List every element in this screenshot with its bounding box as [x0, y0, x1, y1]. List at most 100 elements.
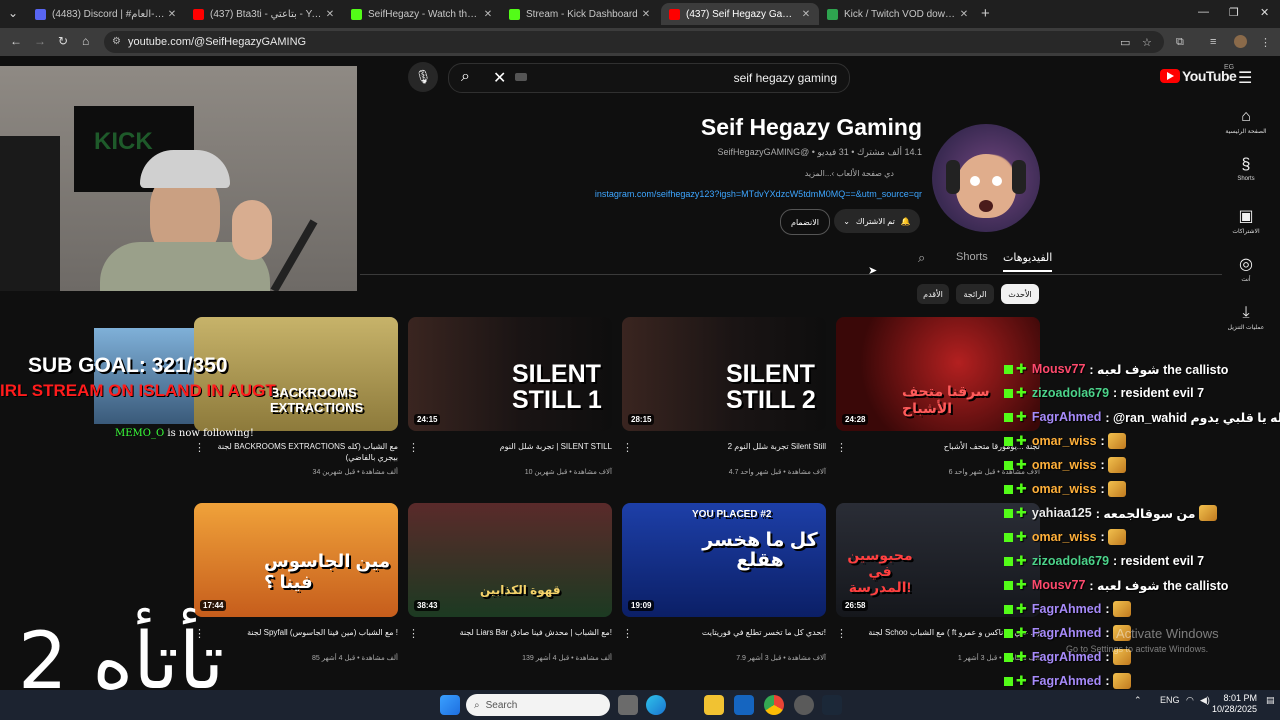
video-thumbnail[interactable]: مين الجاسوس فينا ؟ 17:44 — [194, 503, 398, 617]
youtube-logo[interactable]: YouTube EG — [1160, 64, 1237, 84]
channel-search-icon[interactable]: ⌕ — [918, 250, 925, 266]
rail-item-you[interactable]: ◎ أنت — [1222, 254, 1270, 283]
sub-badge-icon: ✚ — [1016, 361, 1027, 376]
minimize-icon[interactable]: — — [1198, 6, 1209, 18]
video-card[interactable]: YOU PLACED #2 كل ما هخسر هقلع 19:09 ⋮ تح… — [622, 503, 826, 673]
rail-item-subscriptions[interactable]: ▣ الاشتراكات — [1222, 206, 1270, 235]
tab-videos[interactable]: الفيديوهات — [1003, 251, 1053, 272]
bookmark-star-icon[interactable]: ☆ — [1142, 36, 1152, 49]
address-bar[interactable]: ⚙ youtube.com/@SeifHegazyGAMING — [104, 31, 1164, 53]
voice-search-icon[interactable]: 🎙 — [408, 62, 438, 92]
rail-label: الاشتراكات — [1232, 229, 1260, 235]
close-window-icon[interactable]: ✕ — [1260, 6, 1269, 19]
chip-latest[interactable]: الأحدث — [1001, 284, 1039, 304]
start-icon[interactable] — [440, 695, 460, 715]
profile-avatar[interactable] — [1234, 35, 1247, 48]
video-thumbnail[interactable]: SILENT STILL 1 24:15 — [408, 317, 612, 431]
site-info-icon[interactable]: ⚙ — [112, 36, 121, 47]
search-icon[interactable]: ⌕ — [461, 68, 470, 86]
browser-tab-seif-hegazy[interactable]: (437) Seif Hegazy Gaming - You ✕ — [661, 3, 819, 25]
video-card[interactable]: BACKROOMS EXTRACTIONS ⋮ لجنة BACKROOMS E… — [194, 317, 398, 487]
video-thumbnail[interactable]: قهوة الكذابين 38:43 — [408, 503, 612, 617]
cast-icon[interactable]: ▭ — [1120, 36, 1130, 49]
reading-list-icon[interactable]: ≡ — [1210, 36, 1216, 48]
video-title[interactable]: لجنة Spyfall مع الشباب (مين فينا الجاسوس… — [204, 627, 398, 638]
wifi-icon[interactable]: ◠ — [1186, 695, 1194, 706]
video-title[interactable]: تجربة شلل النوم 2 Silent Still — [632, 441, 826, 452]
back-icon[interactable]: ← — [10, 34, 22, 48]
channel-link[interactable]: instagram.com/seifhegazy123?igsh=MTdvYXd… — [595, 189, 922, 199]
menu-dots-icon[interactable]: ⋮ — [1260, 36, 1271, 49]
chat-emote-icon — [1112, 601, 1131, 617]
close-tab-icon[interactable]: ✕ — [639, 9, 653, 20]
tab-search-icon[interactable]: ⌄ — [8, 6, 18, 20]
clock[interactable]: 8:01 PM 10/28/2025 — [1212, 693, 1257, 715]
video-title[interactable]: لجنة Liars Bar مع الشباب | محدش فينا صاد… — [418, 627, 612, 638]
chip-popular[interactable]: الرائجة — [956, 284, 994, 304]
browser-tab-discord[interactable]: (4483) Discord | #الشات-العام ✕ — [27, 3, 185, 25]
outlook-icon[interactable] — [734, 695, 754, 715]
search-box[interactable]: ⌕ ✕ seif hegazy gaming — [448, 63, 850, 93]
edge-icon[interactable] — [646, 695, 666, 715]
extensions-icon[interactable]: ⧉ — [1176, 36, 1184, 49]
home-icon[interactable]: ⌂ — [82, 34, 89, 48]
forward-icon[interactable]: → — [34, 34, 46, 48]
tray-chevron-icon[interactable]: ⌃ — [1134, 695, 1142, 706]
watermark-line1: Activate Windows — [1116, 626, 1219, 641]
video-card[interactable]: قهوة الكذابين 38:43 ⋮ لجنة Liars Bar مع … — [408, 503, 612, 673]
search-icon: ⌕ — [474, 699, 480, 711]
video-card[interactable]: SILENT STILL 1 24:15 ⋮ تجربة شلل النوم |… — [408, 317, 612, 487]
language-indicator[interactable]: ENG — [1160, 695, 1180, 705]
video-title[interactable]: تحدي كل ما تخسر تطلع في فوريتايت! — [632, 627, 826, 638]
tab-shorts[interactable]: Shorts — [956, 251, 988, 263]
chrome-icon[interactable] — [764, 695, 784, 715]
irl-stream-banner: IRL STREAM ON ISLAND IN AUGT — [0, 381, 276, 400]
search-input[interactable]: seif hegazy gaming — [734, 71, 837, 85]
taskbar-search[interactable]: ⌕ Search — [466, 694, 610, 716]
join-button[interactable]: الانضمام — [780, 209, 830, 235]
browser-tab-kick-dashboard[interactable]: Stream - Kick Dashboard ✕ — [501, 3, 659, 25]
chevron-down-icon: ⌄ — [843, 216, 850, 226]
video-duration: 24:15 — [414, 414, 441, 425]
thumbnail-text: BACKROOMS EXTRACTIONS — [270, 385, 364, 415]
volume-icon[interactable]: ◀) — [1200, 695, 1210, 706]
notifications-icon[interactable]: ▤ — [1266, 695, 1275, 706]
kick-badge-icon — [1004, 604, 1013, 614]
file-explorer-icon[interactable] — [704, 695, 724, 715]
new-tab-icon[interactable]: + — [981, 5, 990, 22]
mouse-cursor-icon: ➤ — [868, 265, 878, 277]
sub-goal-overlay: SUB GOAL: 321/350 — [28, 354, 228, 377]
chat-text: : — [1105, 602, 1110, 616]
chat-username: omar_wiss — [1031, 482, 1097, 496]
keyboard-icon[interactable] — [515, 73, 527, 81]
reload-icon[interactable]: ↻ — [58, 34, 68, 48]
close-tab-icon[interactable]: ✕ — [165, 9, 179, 20]
video-title[interactable]: لجنة BACKROOMS EXTRACTIONS مع الشباب (كل… — [204, 441, 398, 463]
video-title[interactable]: تجربة شلل النوم | SILENT STILL — [418, 441, 612, 452]
video-thumbnail[interactable]: YOU PLACED #2 كل ما هخسر هقلع 19:09 — [622, 503, 826, 617]
browser-tab-bta3ti[interactable]: (437) Bta3ti - بتاعتي - YouTube ✕ — [185, 3, 343, 25]
clear-search-icon[interactable]: ✕ — [493, 68, 506, 88]
browser-tab-kick-vod[interactable]: SeifHegazy - Watch the VOD on ✕ — [343, 3, 501, 25]
steam-icon[interactable] — [822, 695, 842, 715]
subscribed-button[interactable]: ⌄ تم الاشتراك 🔔 — [834, 209, 920, 233]
rail-item-shorts[interactable]: § Shorts — [1222, 156, 1270, 182]
rail-item-home[interactable]: ⌂ الصفحة الرئيسية — [1222, 108, 1270, 135]
close-tab-icon[interactable]: ✕ — [799, 9, 813, 20]
browser-tab-vod-downloader[interactable]: Kick / Twitch VOD downloader ✕ — [819, 3, 977, 25]
close-tab-icon[interactable]: ✕ — [323, 9, 337, 20]
tab-title: (437) Bta3ti - بتاعتي - YouTube — [210, 8, 323, 20]
video-card[interactable]: مين الجاسوس فينا ؟ 17:44 ⋮ لجنة Spyfall … — [194, 503, 398, 673]
rail-item-downloads[interactable]: ⤓ عمليات التنزيل — [1222, 304, 1270, 331]
chip-oldest[interactable]: الأقدم — [917, 284, 949, 304]
close-tab-icon[interactable]: ✕ — [481, 9, 495, 20]
video-thumbnail[interactable]: SILENT STILL 2 28:15 — [622, 317, 826, 431]
obs-icon[interactable] — [794, 695, 814, 715]
task-view-icon[interactable] — [618, 695, 638, 715]
guide-menu-icon[interactable]: ☰ — [1238, 68, 1252, 88]
channel-avatar[interactable] — [932, 124, 1040, 232]
close-tab-icon[interactable]: ✕ — [957, 9, 971, 20]
restore-icon[interactable]: ❐ — [1229, 6, 1239, 19]
video-card[interactable]: SILENT STILL 2 28:15 ⋮ تجربة شلل النوم 2… — [622, 317, 826, 487]
channel-description[interactable]: دي صفحة الألعاب ›...المزيد — [805, 169, 894, 178]
